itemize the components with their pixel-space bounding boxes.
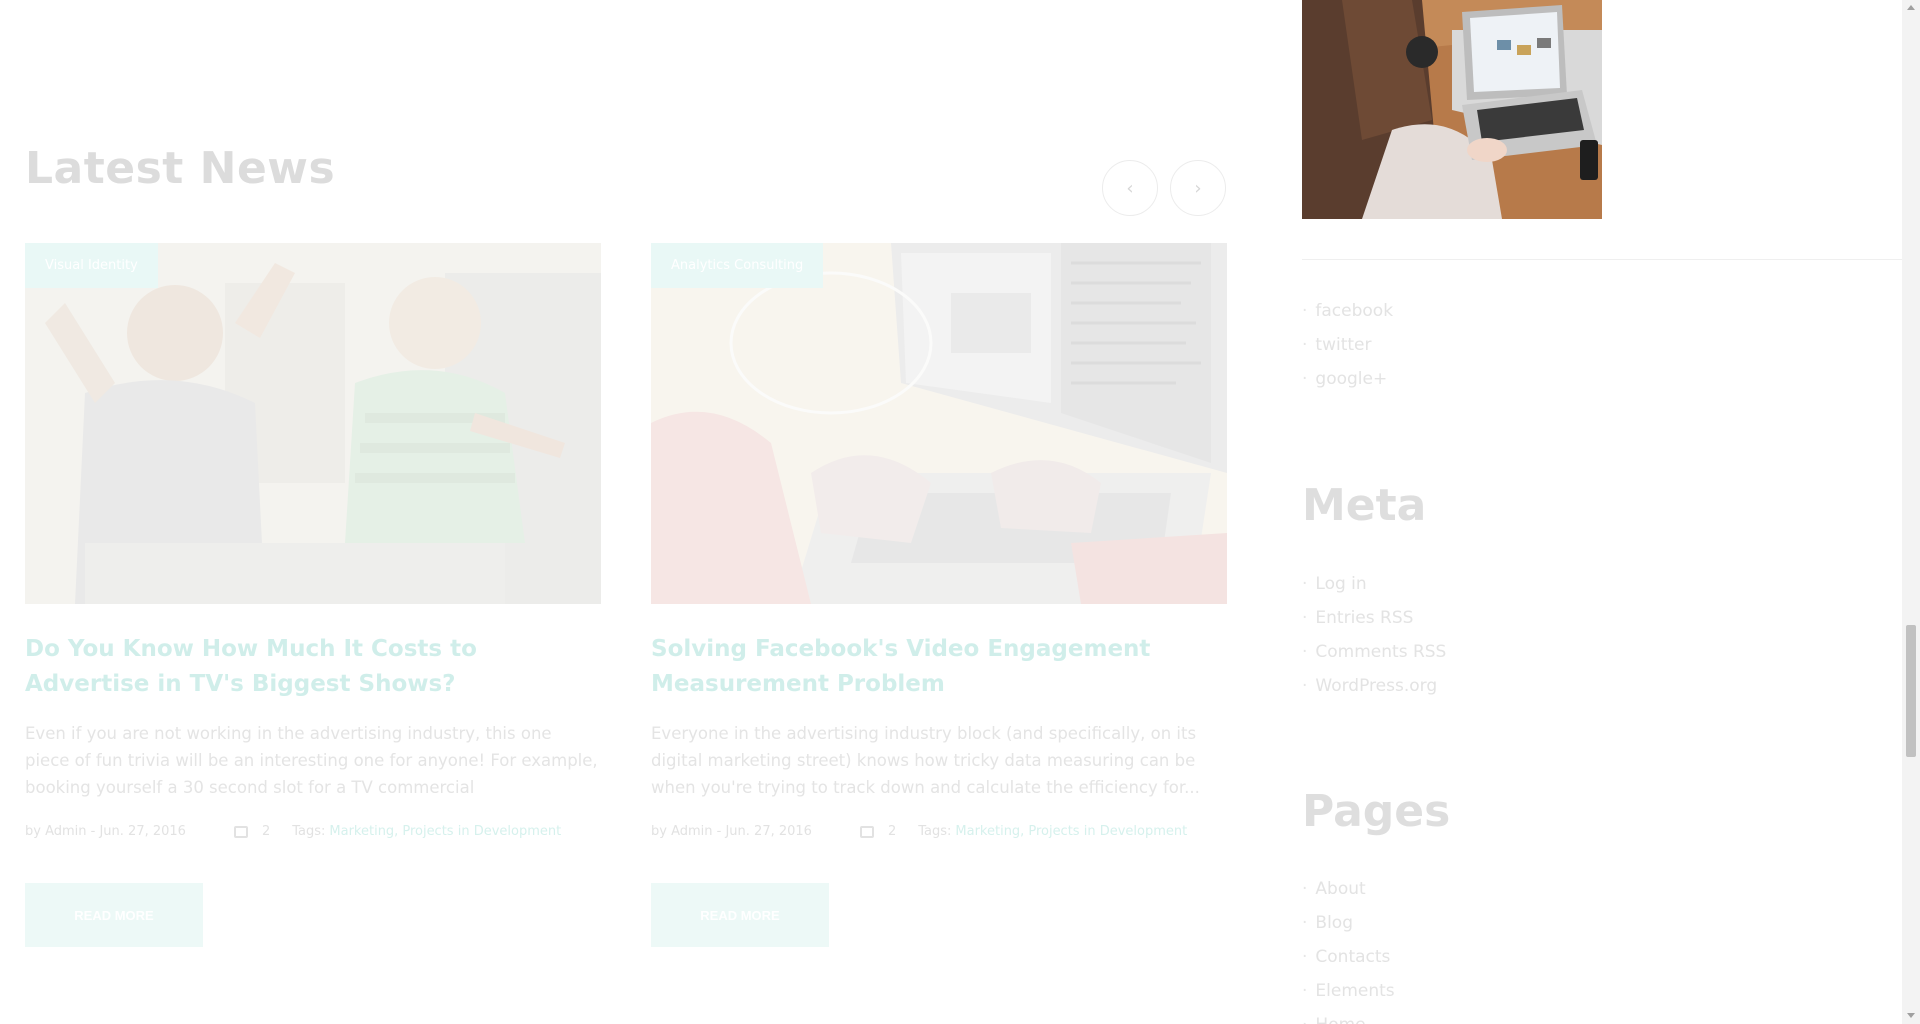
post-title-link[interactable]: Do You Know How Much It Costs to Adverti… — [25, 632, 601, 702]
page-link[interactable]: Contacts — [1302, 940, 1395, 974]
scroll-up-arrow-icon[interactable] — [1907, 5, 1915, 10]
page-link[interactable]: Elements — [1302, 974, 1394, 1008]
news-card: Visual Identity Do You Know How Much It … — [25, 243, 601, 947]
woman-laptop-photo — [1302, 0, 1602, 219]
comments-count[interactable]: 2 — [859, 824, 897, 839]
tags-label: Tags: — [918, 824, 952, 839]
tag-link[interactable]: Marketing, — [329, 824, 398, 839]
social-link-twitter[interactable]: twitter — [1302, 328, 1393, 362]
meta-links-list: Log in Entries RSS Comments RSS WordPres… — [1302, 567, 1446, 703]
post-title-link[interactable]: Solving Facebook's Video Engagement Meas… — [651, 632, 1227, 702]
pages-links-list: About Blog Contacts Elements Home — [1302, 872, 1395, 1024]
news-card: Analytics Consulting Solving Facebook's … — [651, 243, 1227, 947]
post-meta: by Admin - Jun. 27, 2016 2 Tags: Marketi… — [651, 824, 1227, 839]
vertical-scrollbar[interactable] — [1902, 0, 1920, 1024]
comments-number: 2 — [887, 824, 897, 839]
kids-photo — [25, 243, 601, 604]
carousel-prev-button[interactable]: ‹ — [1102, 160, 1158, 216]
post-excerpt: Everyone in the advertising industry blo… — [651, 724, 1200, 797]
comments-count[interactable]: 2 — [233, 824, 271, 839]
main-content: Latest News ‹ › Visual Identity Do You K… — [0, 0, 1260, 1024]
chevron-right-icon: › — [1194, 177, 1202, 199]
meta-link[interactable]: Comments RSS — [1302, 635, 1446, 669]
sidebar: facebook twitter google+ Meta Log in Ent… — [1302, 0, 1902, 1024]
pages-widget-title: Pages — [1302, 786, 1451, 837]
post-meta: by Admin - Jun. 27, 2016 2 Tags: Marketi… — [25, 824, 601, 839]
meta-link[interactable]: Log in — [1302, 567, 1446, 601]
sidebar-image — [1302, 0, 1602, 219]
page-link[interactable]: About — [1302, 872, 1395, 906]
category-badge[interactable]: Analytics Consulting — [651, 243, 824, 288]
post-author-date[interactable]: by Admin - Jun. 27, 2016 — [25, 824, 186, 839]
comment-icon — [859, 825, 874, 838]
scrollbar-thumb[interactable] — [1906, 625, 1916, 757]
meta-widget-title: Meta — [1302, 480, 1427, 531]
comments-number: 2 — [261, 824, 271, 839]
read-more-button[interactable]: READ MORE — [25, 883, 203, 947]
scroll-down-arrow-icon[interactable] — [1907, 1013, 1915, 1018]
tag-link[interactable]: Marketing, — [955, 824, 1024, 839]
page-link[interactable]: Blog — [1302, 906, 1395, 940]
post-thumbnail[interactable]: Analytics Consulting — [651, 243, 1227, 604]
latest-news-heading: Latest News — [25, 143, 336, 194]
post-thumbnail[interactable]: Visual Identity — [25, 243, 601, 604]
chevron-left-icon: ‹ — [1126, 177, 1134, 199]
carousel-next-button[interactable]: › — [1170, 160, 1226, 216]
page-link[interactable]: Home — [1302, 1008, 1395, 1024]
laptop-photo — [651, 243, 1227, 604]
post-author-date[interactable]: by Admin - Jun. 27, 2016 — [651, 824, 812, 839]
read-more-button[interactable]: READ MORE — [651, 883, 829, 947]
meta-link[interactable]: Entries RSS — [1302, 601, 1446, 635]
tags-label: Tags: — [292, 824, 326, 839]
tag-link[interactable]: Projects in Development — [1028, 824, 1187, 839]
comment-icon — [233, 825, 248, 838]
tag-link[interactable]: Projects in Development — [402, 824, 561, 839]
category-badge[interactable]: Visual Identity — [25, 243, 158, 288]
social-links-list: facebook twitter google+ — [1302, 294, 1393, 396]
sidebar-divider — [1302, 259, 1902, 260]
social-link-facebook[interactable]: facebook — [1302, 294, 1393, 328]
social-link-googleplus[interactable]: google+ — [1302, 362, 1393, 396]
meta-link[interactable]: WordPress.org — [1302, 669, 1446, 703]
post-excerpt: Even if you are not working in the adver… — [25, 724, 598, 797]
